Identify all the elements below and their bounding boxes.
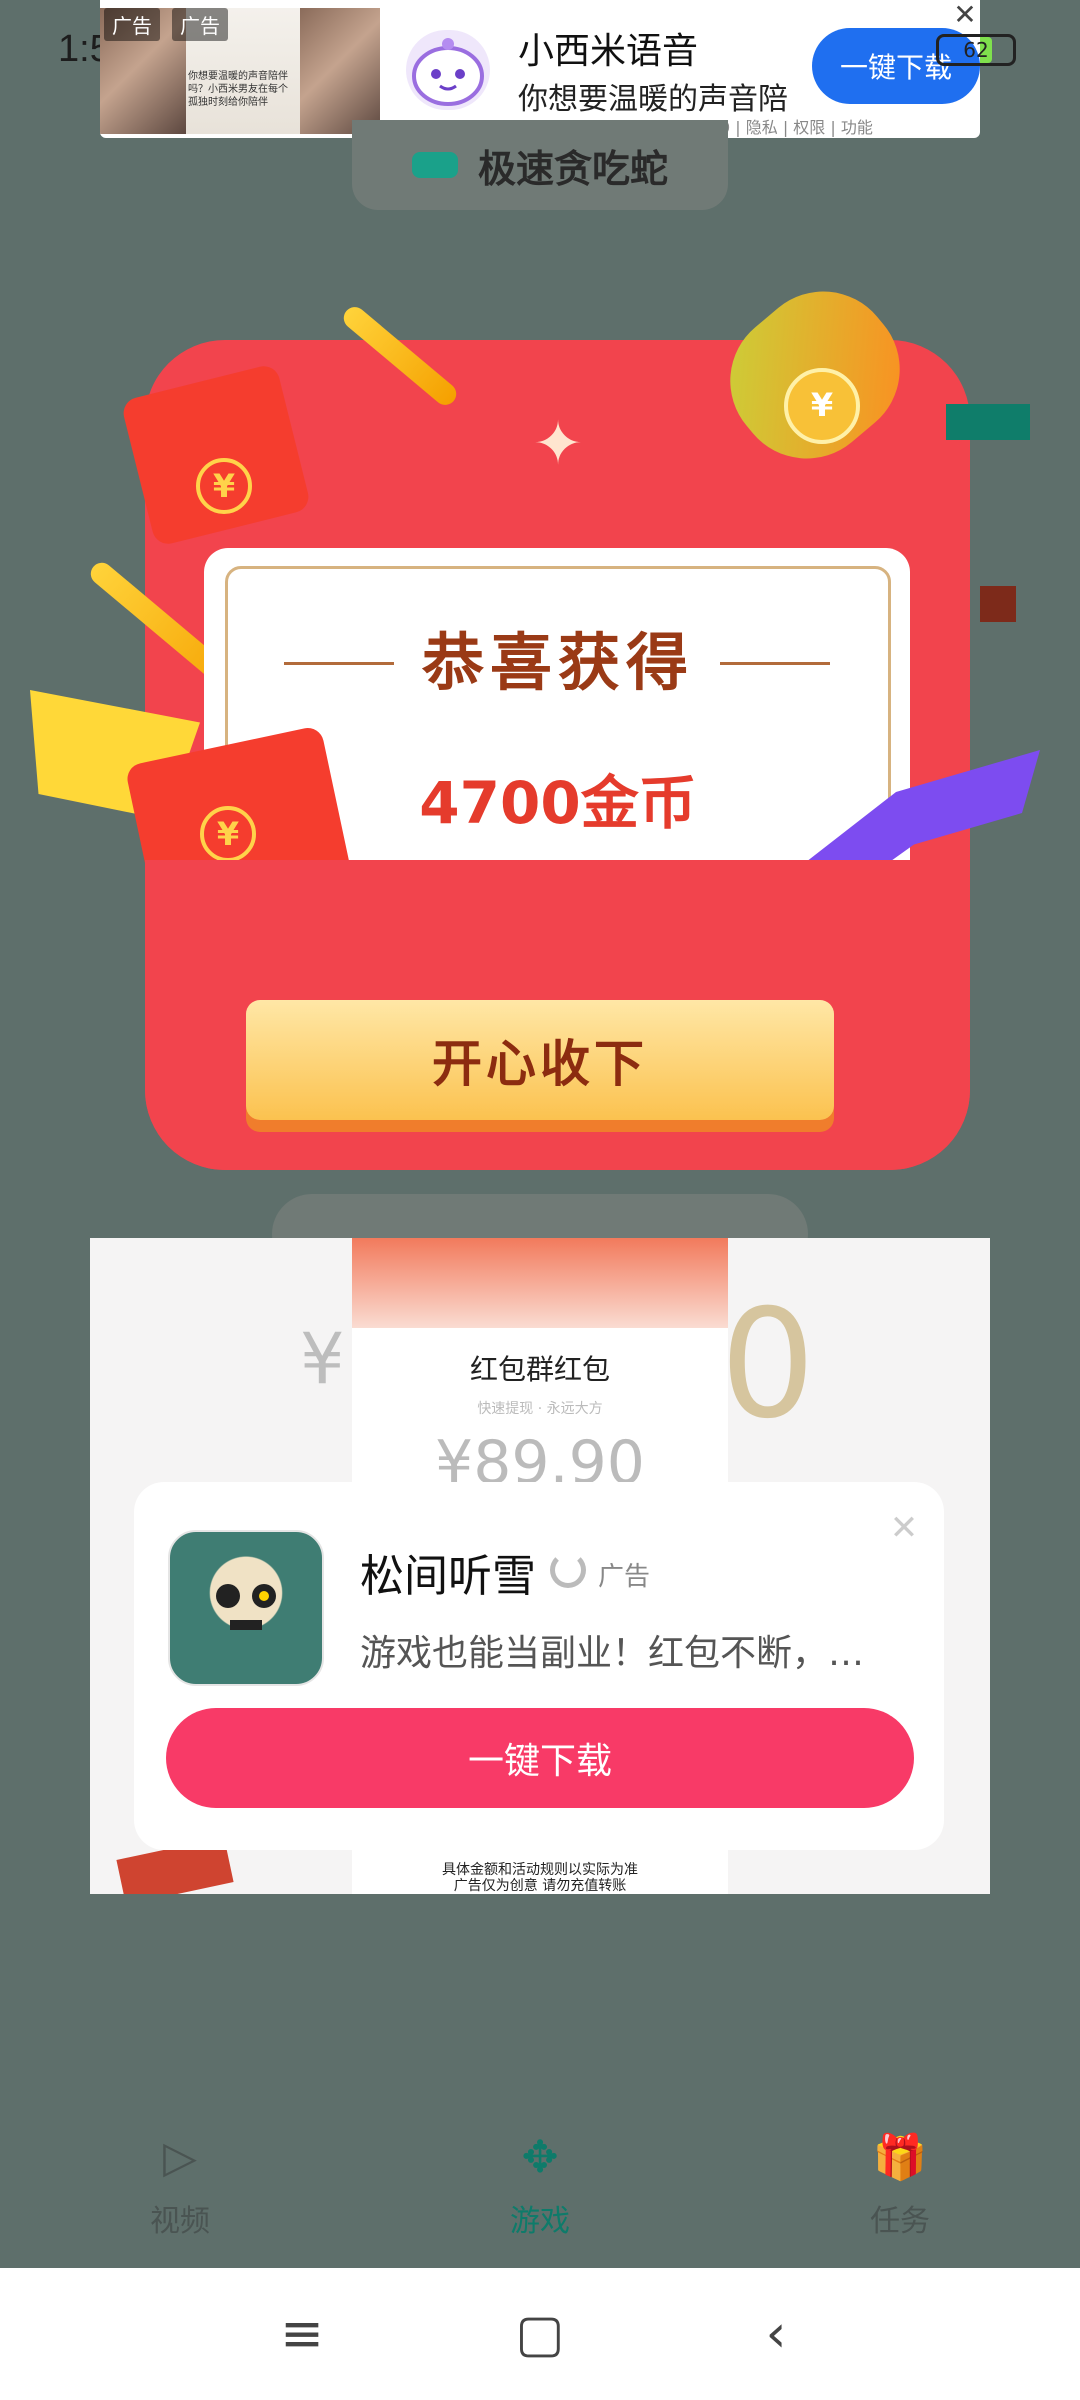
gamepad-icon: ✥ <box>521 2132 559 2183</box>
system-navigation-bar: ≡ ▢ ‹ <box>0 2268 1080 2400</box>
ad-label: 广告 <box>598 1562 651 1592</box>
reward-heading: 恭喜获得 <box>421 626 694 699</box>
ad-tag: 广告 <box>172 8 228 41</box>
yen-coin-icon: ¥ <box>200 806 256 862</box>
ad-app-desc: 你想要温暖的声音陪 <box>518 82 788 117</box>
ad-game-icon[interactable] <box>168 1530 324 1686</box>
ad-disclaimer: 具体金额和活动规则以实际为准 广告仅为创意 请勿充值转账 <box>442 1862 638 1894</box>
menu-icon[interactable]: ≡ <box>272 2304 332 2364</box>
tab-tasks[interactable]: 🎁 任务 <box>800 2090 1000 2270</box>
ad-image-text: 你想要温暖的声音陪伴吗？小西米男友在每个孤独时刻给你陪伴 <box>188 71 288 108</box>
ad-card-close-icon[interactable]: ✕ <box>884 1508 924 1548</box>
game-title-pill: 极速贪吃蛇 <box>352 120 728 210</box>
home-icon[interactable]: ▢ <box>510 2304 570 2364</box>
refresh-icon <box>550 1552 586 1588</box>
ad-app-name: 松间听雪 <box>360 1551 536 1602</box>
ad-creative-title: 红包群红包 <box>469 1353 610 1386</box>
tab-video[interactable]: ▷ 视频 <box>80 2090 280 2270</box>
ad-tag: 广告 <box>104 8 160 41</box>
app-icon[interactable] <box>406 30 490 110</box>
bg-yen: ¥ <box>300 1318 345 1400</box>
bottom-tab-bar: ▷ 视频 ✥ 游戏 🎁 任务 <box>0 2090 1080 2270</box>
battery-icon: 62 <box>936 34 1016 66</box>
ad-app-name[interactable]: 小西米语音 <box>518 22 698 74</box>
play-icon: ▷ <box>163 2132 197 2183</box>
accept-reward-button[interactable]: 开心收下 <box>246 1000 834 1120</box>
ad-creative-subtitle: 快速提现 · 永远大方 <box>477 1401 603 1417</box>
confetti <box>980 586 1016 622</box>
ad-image-right <box>300 8 380 134</box>
ad-creative-top <box>352 1238 728 1328</box>
tab-games[interactable]: ✥ 游戏 <box>440 2090 640 2270</box>
tab-label: 任务 <box>870 2204 930 2239</box>
gamepad-icon <box>411 152 458 178</box>
game-title: 极速贪吃蛇 <box>477 146 668 191</box>
ad-close-icon[interactable]: ✕ <box>948 0 982 30</box>
yen-coin-icon: ¥ <box>196 458 252 514</box>
gift-icon: 🎁 <box>872 2132 928 2183</box>
sparkle-icon: ✦ <box>532 409 584 479</box>
yen-coin-icon: ¥ <box>784 368 860 444</box>
ad-description: 游戏也能当副业！红包不断，… <box>360 1633 865 1674</box>
tab-label: 游戏 <box>510 2204 570 2239</box>
confetti <box>946 404 1030 440</box>
ad-download-button[interactable]: 一键下载 <box>166 1708 914 1808</box>
back-icon[interactable]: ‹ <box>746 2304 806 2364</box>
tab-label: 视频 <box>150 2204 210 2239</box>
bg-zero: 0 <box>720 1278 816 1452</box>
